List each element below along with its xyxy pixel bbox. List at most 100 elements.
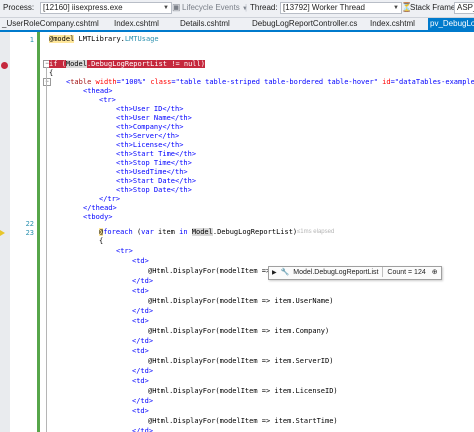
code-line: <td> — [132, 407, 149, 415]
stack-frame-label: Stack Frame: — [410, 3, 458, 12]
current-statement-line: @foreach (var item in Model.DebugLogRepo… — [99, 228, 297, 236]
code-line: <th>Stop Date</th> — [116, 186, 192, 194]
stack-frame-value: ASP_ — [457, 3, 474, 12]
chevron-down-icon: ▼ — [163, 5, 169, 11]
code-text: ( — [132, 228, 142, 236]
code-line: </td> — [132, 427, 154, 432]
tab-details[interactable]: Details.cshtml — [178, 18, 232, 30]
code-line: @Html.DisplayFor(modelItem => item.Start… — [148, 417, 338, 425]
process-dropdown[interactable]: [12160] iisexpress.exe ▼ — [40, 2, 172, 14]
code-text: ( — [57, 60, 66, 68]
process-value: [12160] iisexpress.exe — [43, 3, 123, 12]
attribute-value: ="100%" — [116, 78, 147, 86]
wrench-icon: 🔧 — [280, 269, 290, 276]
tab-label: Details.cshtml — [180, 19, 230, 28]
tab-index-2[interactable]: Index.cshtml — [368, 18, 417, 30]
code-line: <tr> — [116, 247, 133, 255]
code-line: @Html.DisplayFor(modelItem => item.Compa… — [148, 327, 330, 335]
code-line: @Html.DisplayFor(modelItem => item.Serve… — [148, 357, 334, 365]
collapse-icon[interactable]: − — [43, 78, 51, 86]
code-line: @model LMTLibrary.LMTUsage — [49, 35, 159, 43]
html-attribute: width — [91, 78, 117, 86]
breakpoint-icon[interactable] — [1, 62, 8, 69]
current-statement-arrow-icon — [0, 230, 5, 236]
datatip-value[interactable]: Count = 124 — [387, 267, 425, 279]
keyword: in — [179, 228, 188, 236]
code-line: </td> — [132, 337, 154, 345]
datatip-separator — [382, 267, 384, 278]
lifecycle-events-label: Lifecycle Events — [182, 3, 240, 12]
code-line: <td> — [132, 317, 149, 325]
html-attribute: id — [377, 78, 391, 86]
document-tab-strip: _UserRoleCompany.cshtml Index.cshtml Det… — [0, 18, 474, 30]
datatip-property: Model.DebugLogReportList — [293, 269, 379, 276]
code-line: <th>Start Time</th> — [116, 150, 197, 158]
code-line: </tr> — [99, 195, 121, 203]
tab-label: _UserRoleCompany.cshtml — [2, 19, 99, 28]
code-line: <tr> — [99, 96, 116, 104]
code-line: <td> — [132, 287, 149, 295]
tab-label: DebugLogReportController.cs — [252, 19, 358, 28]
code-line: <th>User Name</th> — [116, 114, 192, 122]
code-line: <th>Stop Time</th> — [116, 159, 192, 167]
code-line: <th>User ID</th> — [116, 105, 184, 113]
line-number: 1 — [29, 36, 34, 44]
code-line: <td> — [132, 377, 149, 385]
code-line: <th>UsedTime</th> — [116, 168, 188, 176]
change-tracking-bar — [37, 32, 40, 432]
tab-user-role-company[interactable]: _UserRoleCompany.cshtml — [0, 18, 101, 30]
code-line: @Html.DisplayFor(modelItem => item.Licen… — [148, 387, 338, 395]
tab-label: Index.cshtml — [114, 19, 159, 28]
model-reference[interactable]: Model — [191, 228, 213, 236]
html-tag: table — [70, 78, 92, 86]
razor-directive: @model — [49, 35, 75, 43]
tab-pv-debug-log[interactable]: pv_DebugLo — [428, 18, 474, 30]
code-text: .DebugLogReportList != null) — [86, 60, 205, 68]
lifecycle-events-icon[interactable]: ▣ — [172, 2, 181, 13]
code-line: { — [99, 237, 104, 245]
keyword: var — [141, 228, 154, 236]
code-line: <thead> — [83, 87, 113, 95]
thread-dropdown[interactable]: [13792] Worker Thread ▼ — [280, 2, 402, 14]
code-line: <th>Start Date</th> — [116, 177, 197, 185]
pin-icon[interactable]: ⊕ — [432, 267, 438, 279]
tab-label: pv_DebugLo — [430, 19, 474, 28]
attribute-value: ="table table-striped table-bordered tab… — [171, 78, 378, 86]
expand-arrow-icon[interactable]: ▶ — [272, 267, 277, 279]
code-text: item — [153, 228, 180, 236]
code-line: <table width="100%" class="table table-s… — [66, 78, 474, 86]
code-text: .DebugLogReportList) — [212, 228, 298, 236]
code-line: <th>Company</th> — [116, 123, 184, 131]
type-name: LMTUsage — [124, 35, 159, 43]
code-line: { — [49, 69, 53, 77]
thread-value: [13792] Worker Thread — [283, 3, 365, 12]
process-label: Process: — [3, 3, 35, 12]
code-text: { — [49, 69, 54, 77]
code-line: </td> — [132, 397, 154, 405]
model-reference: Model — [65, 60, 87, 68]
thread-label: Thread: — [250, 3, 278, 12]
tab-index[interactable]: Index.cshtml — [112, 18, 161, 30]
code-line: <td> — [132, 257, 149, 265]
code-text: LMTLibrary. — [74, 35, 125, 43]
code-line: </td> — [132, 277, 154, 285]
code-line: </thead> — [83, 204, 117, 212]
breakpoint-line: if (Model.DebugLogReportList != null) — [49, 60, 205, 68]
tab-debug-log-report-controller[interactable]: DebugLogReportController.cs — [250, 18, 359, 30]
outline-guide — [46, 67, 47, 432]
code-editor[interactable]: 1 22 23 − − @model LMTLibrary.LMTUsage i… — [0, 32, 474, 432]
code-line: </td> — [132, 367, 154, 375]
attribute-value: ="dataTables-example" — [390, 78, 474, 86]
code-line: </td> — [132, 307, 154, 315]
lifecycle-events-dropdown[interactable]: Lifecycle Events ▼ — [182, 3, 248, 12]
code-line: @Html.DisplayFor(modelItem => item.UserN… — [148, 297, 334, 305]
code-line: <th>License</th> — [116, 141, 184, 149]
line-number: 23 — [25, 229, 34, 237]
stack-frame-dropdown[interactable]: ASP_ — [454, 2, 474, 14]
keyword: foreach — [103, 228, 133, 236]
debug-toolbar: Process: [12160] iisexpress.exe ▼ ▣ Life… — [0, 0, 474, 18]
debugger-datatip[interactable]: ▶ 🔧 Model.DebugLogReportList Count = 124… — [268, 266, 442, 280]
line-number: 22 — [25, 220, 34, 228]
code-line: <td> — [132, 347, 149, 355]
separator: | — [245, 3, 248, 12]
